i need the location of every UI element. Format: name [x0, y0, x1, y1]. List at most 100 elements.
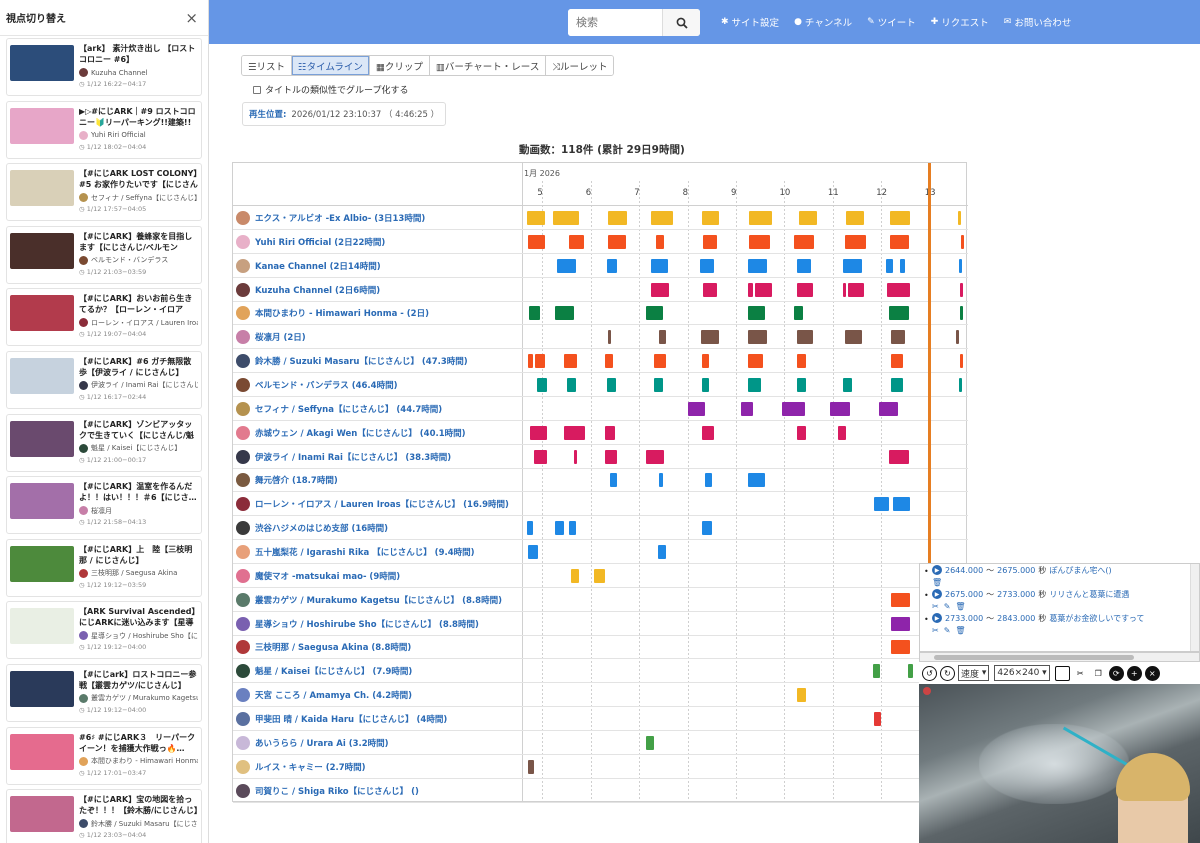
nav-link-gear[interactable]: ✱ サイト設定	[721, 15, 779, 29]
timeline-segment[interactable]	[796, 378, 807, 393]
timeline-segment[interactable]	[530, 425, 548, 440]
timeline-row-label[interactable]: 魔使マオ -matsukai mao- (9時間)	[236, 568, 519, 584]
tab-list[interactable]: ☰リスト	[242, 56, 293, 75]
timeline-segment[interactable]	[748, 473, 766, 488]
timeline-segment[interactable]	[837, 425, 847, 440]
clip-start[interactable]: 2675.000	[945, 590, 983, 599]
sidebar-video-card[interactable]: 【#にじARK】おいお前ら生きてるか？【ローレン・イロアス… ローレン・イロアス …	[6, 288, 202, 347]
video-thumbnail[interactable]	[10, 45, 74, 81]
timeline-segment[interactable]	[796, 282, 814, 297]
play-icon[interactable]: ▶	[932, 613, 942, 623]
clip-label[interactable]: 葛葉がお金欲しいですって	[1049, 613, 1169, 624]
close-icon[interactable]: ×	[185, 9, 198, 27]
timeline-segment[interactable]	[887, 282, 911, 297]
timeline-row-label[interactable]: 甲斐田 晴 / Kaida Haru【にじさんじ】 (4時間)	[236, 711, 519, 727]
timeline-segment[interactable]	[740, 401, 753, 416]
video-thumbnail[interactable]	[10, 232, 74, 269]
timeline-row-label[interactable]: 赤城ウェン / Akagi Wen【にじさんじ】 (40.1時間)	[236, 425, 519, 441]
timeline-segment[interactable]	[890, 592, 911, 607]
tab-roulette[interactable]: ⤨ルーレット	[546, 56, 614, 75]
checkbox-box[interactable]	[253, 85, 261, 94]
channel-link[interactable]: 司賀りこ / Shiga Riko【にじさんじ】 ()	[255, 785, 419, 797]
channel-link[interactable]: 鈴木勝 / Suzuki Masaru【にじさんじ】 (47.3時間)	[255, 355, 468, 367]
channel-link[interactable]: ローレン・イロアス / Lauren Iroas【にじさんじ】 (16.9時間)	[255, 498, 509, 510]
scissors-icon[interactable]: ✂	[932, 602, 939, 611]
timeline-segment[interactable]	[959, 282, 963, 297]
timeline-segment[interactable]	[958, 378, 962, 393]
timeline-segment[interactable]	[564, 354, 578, 369]
timeline-segment[interactable]	[755, 282, 773, 297]
timeline-segment[interactable]	[658, 330, 666, 345]
channel-link[interactable]: 伊波ライ / Inami Rai【にじさんじ】 (38.3時間)	[255, 451, 451, 463]
sidebar-video-card[interactable]: 【#にじARK】上 陸【三枝明那 / にじさんじ】 三枝明那 / Saegusa …	[6, 538, 202, 597]
timeline-row-label[interactable]: 三枝明那 / Saegusa Akina (8.8時間)	[236, 639, 519, 655]
clip-end[interactable]: 2733.000	[997, 590, 1035, 599]
channel-link[interactable]: Kanae Channel (2日14時間)	[255, 260, 381, 272]
timeline-segment[interactable]	[848, 282, 865, 297]
video-thumbnail[interactable]	[10, 545, 74, 582]
timeline-segment[interactable]	[958, 258, 962, 273]
channel-link[interactable]: セフィナ / Seffyna【にじさんじ】 (44.7時間)	[255, 403, 442, 415]
channel-link[interactable]: 舞元啓介 (18.7時間)	[255, 474, 338, 486]
clip-start[interactable]: 2733.000	[945, 614, 983, 623]
timeline-segment[interactable]	[606, 378, 616, 393]
timeline-row-label[interactable]: 叢雲カゲツ / Murakumo Kagetsu【にじさんじ】 (8.8時間)	[236, 592, 519, 608]
timeline-segment[interactable]	[605, 425, 615, 440]
timeline-segment[interactable]	[798, 211, 818, 225]
clip-label[interactable]: リリさんと葛葉に遭遇	[1049, 589, 1169, 600]
channel-link[interactable]: Kuzuha Channel (2日6時間)	[255, 284, 380, 296]
video-thumbnail[interactable]	[10, 733, 74, 770]
timeline-segment[interactable]	[748, 330, 768, 345]
video-thumbnail[interactable]	[10, 670, 74, 707]
timeline-segment[interactable]	[782, 401, 805, 416]
sidebar-video-card[interactable]: 【#にじark】ロストコロニー参戦【叢雲カゲツ/にじさんじ】 叢雲カゲツ / Mu…	[6, 663, 202, 722]
sidebar-video-card[interactable]: 【#にじARK】ゾンビアッタックで生きていく【にじさんじ/魁星】魁星 / Kai…	[6, 413, 202, 472]
sync-icon[interactable]: ⟳	[1108, 665, 1124, 681]
video-title[interactable]: 【#にじARK】上 陸【三枝明那 / にじさんじ】	[79, 544, 198, 566]
timeline-segment[interactable]	[607, 330, 611, 345]
timeline-segment[interactable]	[842, 282, 847, 297]
timeline-segment[interactable]	[701, 330, 720, 345]
timeline-segment[interactable]	[796, 354, 807, 369]
timeline-segment[interactable]	[527, 545, 538, 560]
timeline-row-label[interactable]: セフィナ / Seffyna【にじさんじ】 (44.7時間)	[236, 401, 519, 417]
channel-link[interactable]: 本間ひまわり - Himawari Honma - (2日)	[255, 307, 429, 319]
timeline-segment[interactable]	[702, 354, 710, 369]
clip-start[interactable]: 2644.000	[945, 566, 983, 575]
search-input[interactable]	[568, 9, 662, 36]
timeline-segment[interactable]	[794, 306, 803, 321]
group-by-title-checkbox[interactable]: タイトルの類似性でグループ化する	[253, 83, 408, 96]
timeline-segment[interactable]	[702, 521, 712, 536]
timeline-row-label[interactable]: 天宮 こころ / Amamya Ch. (4.2時間)	[236, 687, 519, 703]
timeline-segment[interactable]	[564, 425, 585, 440]
timeline-segment[interactable]	[830, 401, 850, 416]
video-title[interactable]: 【#にじARK】おいお前ら生きてるか？【ローレン・イロアス…	[79, 293, 198, 315]
timeline-segment[interactable]	[959, 306, 963, 321]
channel-link[interactable]: 魔使マオ -matsukai mao- (9時間)	[255, 570, 400, 582]
timeline-segment[interactable]	[646, 306, 664, 321]
timeline-segment[interactable]	[796, 330, 814, 345]
channel-link[interactable]: Yuhi Riri Official (2日22時間)	[255, 236, 385, 248]
timeline-segment[interactable]	[890, 616, 911, 631]
timeline-row-label[interactable]: 渋谷ハジメのはじめ支部 (16時間)	[236, 520, 519, 536]
timeline-segment[interactable]	[899, 258, 906, 273]
timeline-segment[interactable]	[566, 378, 577, 393]
timeline-segment[interactable]	[527, 234, 545, 249]
timeline-row-label[interactable]: Kanae Channel (2日14時間)	[236, 258, 519, 274]
sidebar-video-card[interactable]: 【#にじARK LOST COLONY】#5 お家作りたいです【にじさんじ… セフ…	[6, 163, 202, 222]
timeline-segment[interactable]	[748, 258, 768, 273]
channel-link[interactable]: 渋谷ハジメのはじめ支部 (16時間)	[255, 522, 388, 534]
timeline-segment[interactable]	[553, 211, 579, 225]
timeline-segment[interactable]	[651, 258, 669, 273]
clip-end[interactable]: 2843.000	[997, 614, 1035, 623]
timeline-segment[interactable]	[568, 234, 584, 249]
timeline-segment[interactable]	[796, 258, 812, 273]
timeline-segment[interactable]	[703, 282, 717, 297]
timeline-segment[interactable]	[957, 211, 961, 225]
timeline-segment[interactable]	[748, 306, 766, 321]
timeline-row-label[interactable]: エクス・アルビオ -Ex Albio- (3日13時間)	[236, 210, 519, 226]
timeline-row-label[interactable]: ルイス・キャミー (2.7時間)	[236, 759, 519, 775]
timeline-segment[interactable]	[794, 234, 815, 249]
timeline-segment[interactable]	[607, 234, 626, 249]
timeline-row-label[interactable]: 桜凛月 (2日)	[236, 329, 519, 345]
